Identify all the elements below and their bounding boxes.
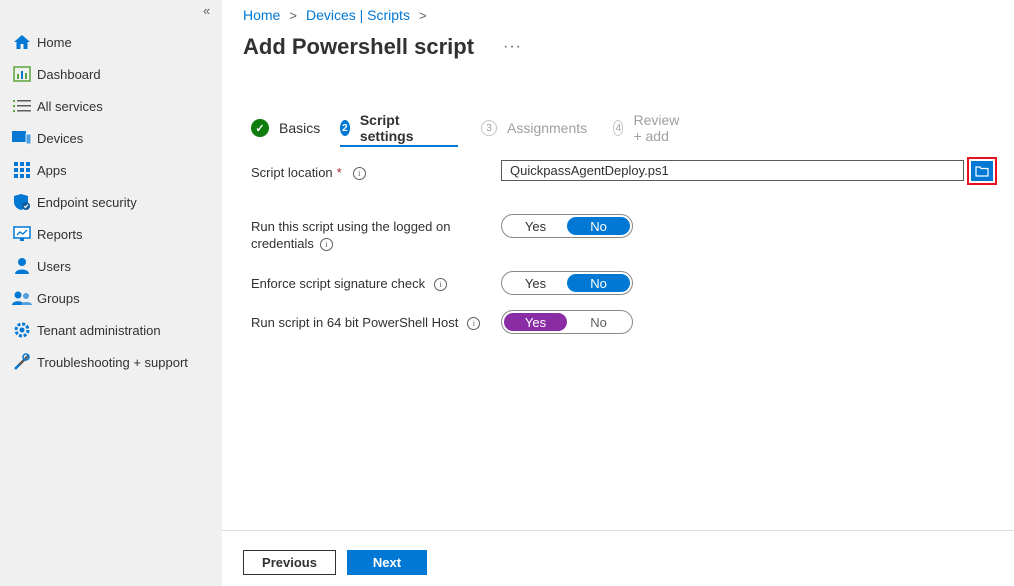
footer-divider [222,530,1014,531]
nav-item-groups[interactable]: Groups [0,282,222,314]
step-label: Script settings [359,112,414,144]
breadcrumb-devices-scripts[interactable]: Devices | Scripts [306,7,410,23]
nav-item-label: Dashboard [37,66,101,82]
field-label-text: Run script in 64 bit PowerShell Host [251,315,459,330]
reports-icon [12,224,32,244]
field-label-text: Run this script using the logged on [251,219,451,234]
info-icon[interactable]: i [434,278,448,292]
info-icon[interactable]: i [352,167,366,181]
dashboard-icon [12,64,32,84]
nav-item-label: Endpoint security [37,194,137,210]
toggle-option-no[interactable]: No [567,274,630,292]
page-title: Add Powershell script [243,34,475,59]
field-label-text: Enforce script signature check [251,276,426,291]
nav-item-reports[interactable]: Reports [0,218,222,250]
step-number: 2 [340,120,350,136]
info-icon[interactable]: i [467,317,481,331]
breadcrumb-separator: > [289,7,297,23]
script-location-input[interactable]: QuickpassAgentDeploy.ps1 [501,160,964,181]
previous-button[interactable]: Previous [243,550,336,575]
required-mark: * [336,165,342,180]
run-logged-on-label: Run this script using the logged on cred… [251,218,450,252]
toggle-option-yes[interactable]: Yes [504,274,567,292]
nav-item-devices[interactable]: Devices [0,122,222,154]
shield-icon [12,192,32,212]
toggle-option-yes[interactable]: Yes [504,217,567,235]
script-location-label: Script location * i [251,164,366,181]
signature-check-label: Enforce script signature check i [251,275,448,292]
nav-item-label: Reports [37,226,83,242]
step-script-settings[interactable]: 2 Script settings [340,112,420,144]
step-assignments[interactable]: 3 Assignments [481,116,587,140]
signature-check-toggle: Yes No [501,271,633,295]
toggle-option-yes[interactable]: Yes [504,313,567,331]
nav-item-all-services[interactable]: All services [0,90,222,122]
field-label-text: credentials [251,236,314,251]
run-64bit-label: Run script in 64 bit PowerShell Host i [251,314,481,331]
toggle-option-no[interactable]: No [567,217,630,235]
collapse-sidebar-icon[interactable]: « [203,3,210,18]
step-label: Assignments [507,120,588,136]
run-logged-on-toggle: Yes No [501,214,633,238]
nav-item-users[interactable]: Users [0,250,222,282]
check-icon: ✓ [251,119,269,137]
apps-grid-icon [12,160,32,180]
main-content: Home > Devices | Scripts > Add Powershel… [222,0,1014,586]
run-64bit-toggle: Yes No [501,310,633,334]
nav-item-label: Apps [37,162,67,178]
home-icon [12,32,32,52]
breadcrumb-separator: > [418,7,427,23]
nav-item-label: All services [37,98,103,114]
devices-icon [12,128,32,148]
more-options-icon[interactable]: ··· [503,38,522,56]
browse-file-button[interactable] [967,157,997,185]
step-review-add[interactable]: 4 Review + add [613,112,685,144]
step-label: Review + add [633,112,680,144]
nav-item-label: Tenant administration [37,322,161,338]
nav-item-label: Devices [37,130,84,146]
active-step-underline [340,145,458,147]
list-icon [12,96,32,116]
breadcrumb: Home > Devices | Scripts > [243,7,436,23]
nav-item-endpoint-security[interactable]: Endpoint security [0,186,222,218]
nav-item-label: Troubleshooting + support [37,354,188,370]
field-label-text: Script location [251,165,333,180]
nav-item-label: Groups [37,290,80,306]
nav-item-dashboard[interactable]: Dashboard [0,58,222,90]
nav-item-tenant-administration[interactable]: Tenant administration [0,314,222,346]
left-nav-sidebar: « Home Dashboard All services Devices Ap… [0,0,222,586]
next-button[interactable]: Next [347,550,427,575]
step-label: Basics [279,120,321,136]
step-number: 3 [481,120,497,136]
nav-item-label: Home [37,34,72,50]
tools-icon [12,352,32,372]
groups-icon [12,288,32,308]
user-icon [12,256,32,276]
toggle-option-no[interactable]: No [567,313,630,331]
nav-item-home[interactable]: Home [0,26,222,58]
step-number: 4 [613,120,624,136]
nav-item-apps[interactable]: Apps [0,154,222,186]
breadcrumb-home[interactable]: Home [243,7,280,23]
step-basics[interactable]: ✓ Basics [251,116,320,140]
nav-item-troubleshooting[interactable]: Troubleshooting + support [0,346,222,378]
info-icon[interactable]: i [319,238,333,252]
gear-icon [12,320,32,340]
folder-icon [971,161,993,181]
nav-item-label: Users [37,258,71,274]
